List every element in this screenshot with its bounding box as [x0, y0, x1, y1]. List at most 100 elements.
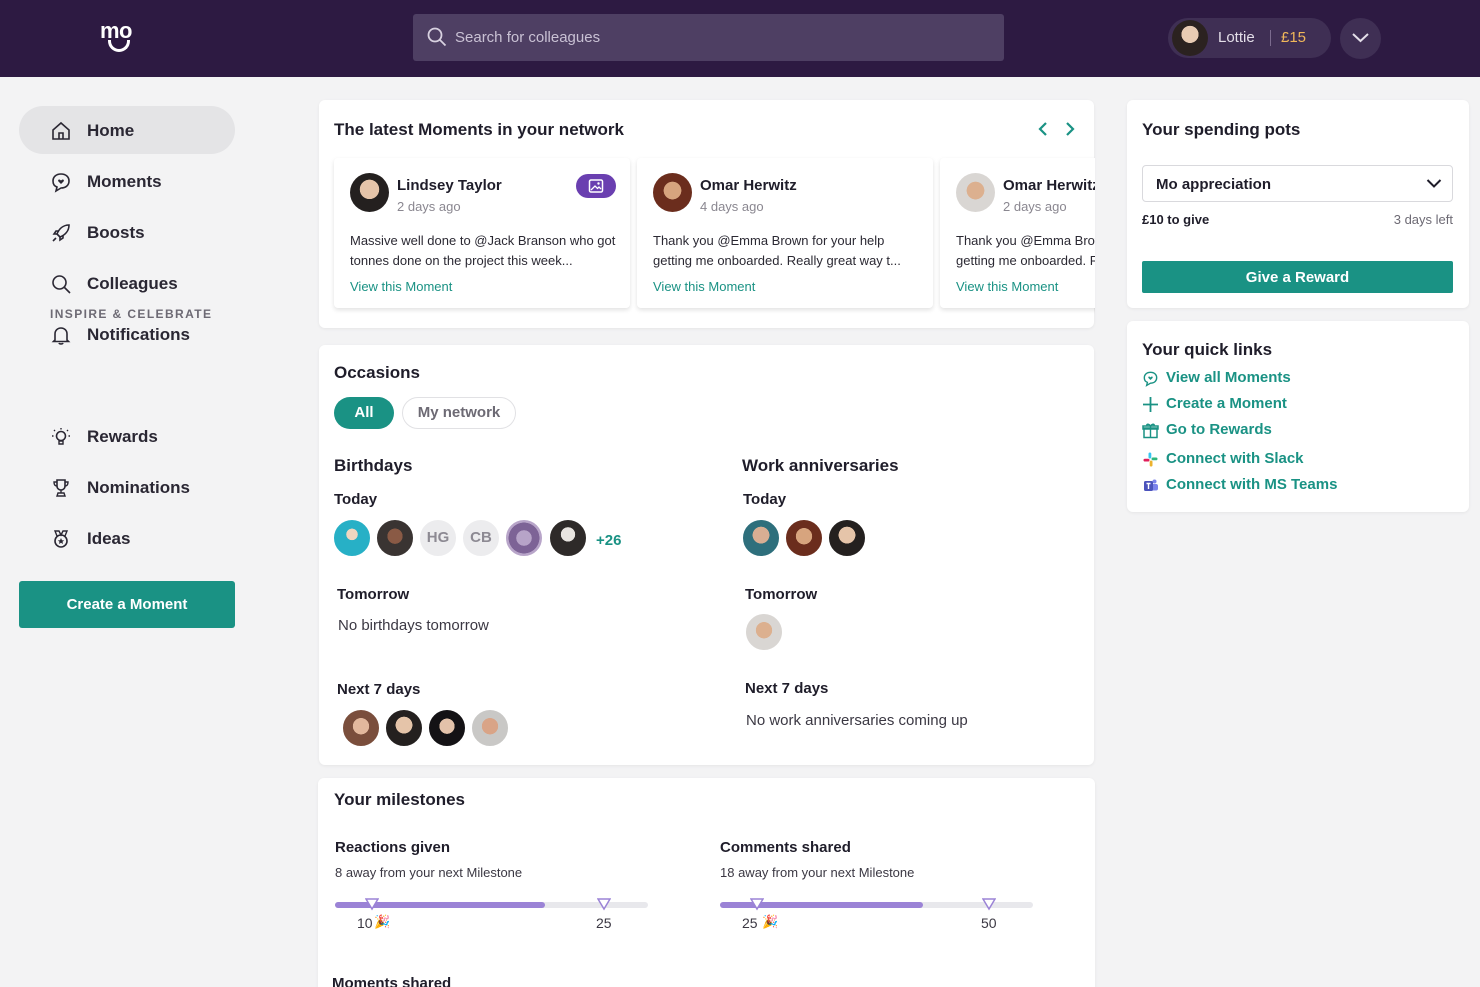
- mo-logo[interactable]: mo: [98, 18, 144, 58]
- home-icon: [52, 121, 70, 140]
- sidebar-item-label: Boosts: [87, 223, 145, 242]
- quick-link-label: Create a Moment: [1166, 395, 1287, 412]
- avatar[interactable]: [744, 612, 784, 652]
- quick-link-label: View all Moments: [1166, 369, 1291, 386]
- quick-link-label: Go to Rewards: [1166, 421, 1272, 438]
- pot-select[interactable]: Mo appreciation: [1142, 165, 1453, 202]
- milestone-marker-icon: [597, 898, 611, 911]
- avatar: [1172, 20, 1208, 56]
- sidebar-item-label: Rewards: [87, 427, 158, 446]
- filter-all[interactable]: All: [334, 397, 394, 429]
- moment-text: Thank you @Emma Brown for your help gett…: [956, 233, 1095, 268]
- sidebar-item-label: Notifications: [87, 325, 190, 344]
- sidebar-item-label: Moments: [87, 172, 162, 191]
- teams-icon: [1144, 479, 1158, 491]
- avatar[interactable]: [375, 518, 415, 558]
- chevron-down-icon: [1352, 33, 1369, 43]
- bell-icon: [51, 327, 71, 345]
- avatar[interactable]: [827, 518, 867, 558]
- view-moment-link[interactable]: View this Moment: [653, 279, 755, 294]
- moments-carousel: Lindsey Taylor 2 days ago Massive well d…: [319, 150, 1095, 320]
- quick-link-label: Connect with Slack: [1166, 450, 1304, 467]
- image-icon: [588, 179, 604, 193]
- sidebar-item-moments[interactable]: Moments: [19, 157, 235, 205]
- search-bar[interactable]: [413, 14, 1004, 61]
- give-reward-button[interactable]: Give a Reward: [1142, 261, 1453, 293]
- sidebar-item-boosts[interactable]: Boosts: [19, 208, 235, 256]
- sidebar-item-home[interactable]: Home: [19, 106, 235, 154]
- avatar[interactable]: [384, 708, 424, 748]
- chevron-right-icon[interactable]: [1063, 121, 1077, 137]
- moment-author: Lindsey Taylor: [397, 177, 502, 194]
- avatar[interactable]: [332, 518, 372, 558]
- account-menu-button[interactable]: [1340, 18, 1381, 59]
- avatar[interactable]: [784, 518, 824, 558]
- badge-icon: [53, 530, 69, 548]
- birthdays-next-label: Next 7 days: [337, 681, 421, 698]
- user-name: Lottie: [1218, 29, 1255, 46]
- milestone-progress: [335, 898, 648, 911]
- plus-icon: [1143, 397, 1158, 412]
- create-moment-button[interactable]: Create a Moment: [19, 581, 235, 628]
- chevron-left-icon[interactable]: [1036, 121, 1050, 137]
- anniversaries-next-text: No work anniversaries coming up: [746, 712, 968, 729]
- sidebar-item-label: Home: [87, 121, 135, 140]
- moments-title: The latest Moments in your network: [334, 120, 624, 139]
- moment-time: 4 days ago: [700, 199, 764, 214]
- spending-pots-title: Your spending pots: [1142, 120, 1301, 139]
- anniversaries-title: Work anniversaries: [742, 456, 899, 475]
- moment-author: Omar Herwitz: [700, 177, 797, 194]
- sidebar-item-colleagues[interactable]: Colleagues: [19, 259, 235, 307]
- milestone-label: Moments shared: [332, 975, 452, 987]
- avatar: [653, 173, 692, 212]
- chat-heart-icon: [52, 173, 70, 193]
- milestone-marker-icon: [365, 898, 379, 911]
- pot-select-value: Mo appreciation: [1156, 176, 1272, 193]
- moment-time: 2 days ago: [1003, 199, 1067, 214]
- milestone-marker-icon: [982, 898, 996, 911]
- avatar[interactable]: HG: [418, 518, 458, 558]
- milestone-label: Reactions given: [335, 839, 451, 856]
- search-input[interactable]: [455, 24, 975, 50]
- moment-text: Thank you @Emma Brown for your help gett…: [653, 233, 901, 268]
- more-count[interactable]: +26: [596, 532, 621, 549]
- top-bar: mo Lottie £15: [0, 0, 1480, 77]
- avatar[interactable]: [427, 708, 467, 748]
- lightbulb-icon: [52, 428, 70, 445]
- view-moment-link[interactable]: View this Moment: [350, 279, 452, 294]
- avatar[interactable]: CB: [461, 518, 501, 558]
- milestone-current: 25: [742, 915, 758, 931]
- anniversaries-tomorrow-label: Tomorrow: [745, 586, 818, 603]
- anniversaries-today-label: Today: [743, 491, 787, 508]
- birthdays-tomorrow-label: Tomorrow: [337, 586, 410, 603]
- milestone-next: 25: [596, 915, 612, 931]
- moment-card[interactable]: Lindsey Taylor 2 days ago Massive well d…: [334, 158, 630, 308]
- filter-my-network[interactable]: My network: [402, 397, 516, 429]
- logo-smile: [108, 40, 130, 52]
- trophy-icon: [53, 479, 69, 497]
- avatar[interactable]: [470, 708, 510, 748]
- sidebar-item-nominations[interactable]: Nominations: [19, 463, 235, 511]
- birthdays-tomorrow-text: No birthdays tomorrow: [338, 617, 489, 634]
- avatar[interactable]: [741, 518, 781, 558]
- rocket-icon: [52, 224, 70, 242]
- milestone-next: 50: [981, 915, 997, 931]
- user-account-pill[interactable]: Lottie £15: [1168, 18, 1331, 58]
- moment-card[interactable]: Omar Herwitz 2 days ago Thank you @Emma …: [940, 158, 1095, 308]
- view-moment-link[interactable]: View this Moment: [956, 279, 1058, 294]
- chevron-down-icon: [1426, 179, 1442, 188]
- milestone-subtext: 18 away from your next Milestone: [720, 865, 915, 880]
- avatar[interactable]: [504, 518, 544, 558]
- birthdays-title: Birthdays: [334, 456, 413, 475]
- occasions-title: Occasions: [334, 363, 420, 382]
- avatar[interactable]: [341, 708, 381, 748]
- sidebar-item-ideas[interactable]: Ideas: [19, 514, 235, 562]
- moment-time: 2 days ago: [397, 199, 461, 214]
- chat-heart-icon: [1143, 371, 1158, 387]
- avatar[interactable]: [548, 518, 588, 558]
- moment-author: Omar Herwitz: [1003, 177, 1095, 194]
- sidebar-item-rewards[interactable]: Rewards: [19, 412, 235, 460]
- pot-days-left: 3 days left: [1393, 212, 1453, 227]
- divider: [1270, 30, 1271, 46]
- moment-card[interactable]: Omar Herwitz 4 days ago Thank you @Emma …: [637, 158, 933, 308]
